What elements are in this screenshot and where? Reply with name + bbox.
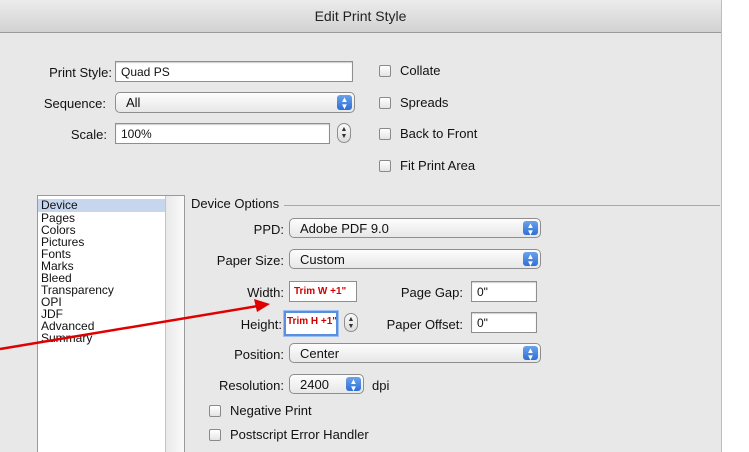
annotation-arrow bbox=[0, 299, 270, 351]
screenshot-frame: Edit Print Style Print Style: Quad PS Se… bbox=[0, 0, 749, 452]
